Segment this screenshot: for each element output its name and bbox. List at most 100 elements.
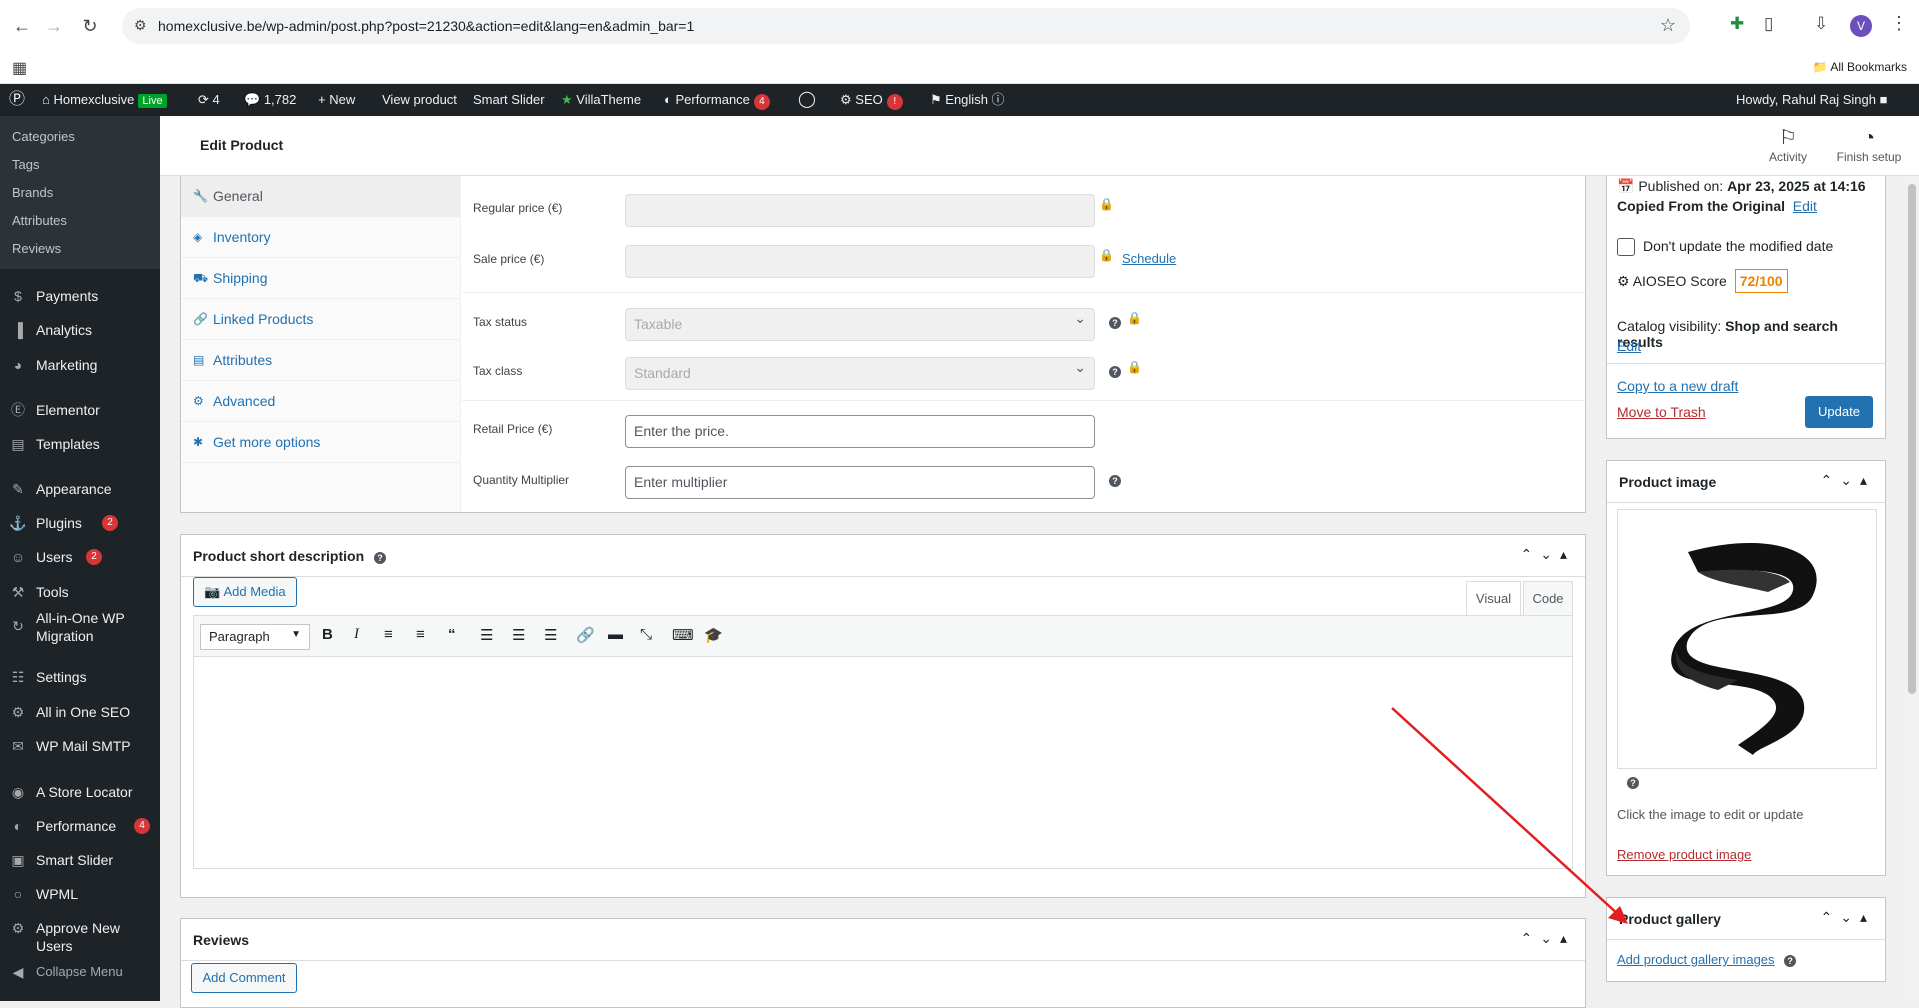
sidebar-item-all-in-one-seo[interactable]: ⚙ All in One SEO [0,695,160,729]
new-content-link[interactable]: + New [318,84,355,116]
toolbar-toggle-icon[interactable]: ⌨ [672,626,694,644]
published-on: 📅 Published on: Apr 23, 2025 at 14:16 [1617,178,1866,195]
sidebar-item-plugins[interactable]: ⚓ Plugins 2 [0,506,160,540]
smart-slider-link[interactable]: Smart Slider [473,84,545,116]
graduation-cap-icon[interactable]: 🎓 [704,626,723,644]
comments-link[interactable]: 💬 1,782 [244,84,296,116]
submenu-brands[interactable]: Brands [0,179,160,207]
tab-shipping[interactable]: ⛟ Shipping [181,258,460,299]
finish-setup-button[interactable]: ◔ Finish setup [1824,126,1914,164]
tab-get-more-options[interactable]: ✱ Get more options [181,422,460,463]
insert-link-icon[interactable]: 🔗 [576,626,595,644]
box-controls[interactable]: ⌃⌄▴ [1821,472,1876,489]
performance-link[interactable]: ◐ Performance 4 [664,84,770,116]
align-right-icon[interactable]: ☰ [544,626,557,644]
sidebar-item-payments[interactable]: $ Payments [0,279,160,313]
address-bar[interactable]: ⚙ homexclusive.be/wp-admin/post.php?post… [122,8,1690,44]
align-center-icon[interactable]: ☰ [512,626,525,644]
retail-price-input[interactable]: Enter the price. [625,415,1095,448]
tab-general[interactable]: 🔧 General [181,176,460,217]
sidebar-item-tools[interactable]: ⚒ Tools [0,575,160,609]
reload-icon[interactable]: ↻ [78,14,102,38]
sidebar-item-wp-mail-smtp[interactable]: ✉ WP Mail SMTP [0,729,160,763]
sidebar-item-a-store-locator[interactable]: ◉ A Store Locator [0,775,160,809]
submenu-categories[interactable]: Categories [0,123,160,151]
submenu-tags[interactable]: Tags [0,151,160,179]
sidebar-item-analytics[interactable]: ▐ Analytics [0,313,160,347]
extensions-puzzle-icon[interactable]: ▯ [1764,14,1773,34]
visual-tab[interactable]: Visual [1466,581,1521,615]
dont-update-checkbox[interactable] [1617,238,1635,257]
fullscreen-icon[interactable]: ⤡ [640,626,652,643]
sidebar-item-settings[interactable]: ☷ Settings [0,660,160,694]
move-to-trash-link[interactable]: Move to Trash [1617,404,1706,420]
language-switcher[interactable]: ⚑ English ⓘ [930,84,1005,116]
update-button[interactable]: Update [1805,396,1873,428]
activity-button[interactable]: ⚐ Activity [1758,126,1818,164]
back-icon[interactable]: ← [10,14,34,38]
help-icon: ? [1109,366,1121,378]
submenu-reviews[interactable]: Reviews [0,235,160,263]
query-monitor-icon[interactable]: ◯ [798,84,816,116]
format-select[interactable]: Paragraph ▼ [200,624,310,650]
submenu-attributes[interactable]: Attributes [0,207,160,235]
schedule-link[interactable]: Schedule [1122,251,1176,266]
product-image-thumbnail[interactable] [1617,509,1877,769]
bullet-list-icon[interactable]: ≡ [384,626,393,643]
add-media-button[interactable]: 📷 Add Media [193,577,297,607]
browser-menu-icon[interactable]: ⋮ [1890,13,1908,34]
tab-linked-products[interactable]: 🔗 Linked Products [181,299,460,340]
sidebar-item-performance[interactable]: ◐ Performance 4 [0,809,160,843]
extension-icon[interactable]: ✚ [1730,14,1744,34]
sidebar-item-collapse-menu[interactable]: ◀ Collapse Menu [0,955,160,989]
site-name-link[interactable]: ⌂ Homexclusive Live [42,84,167,116]
tab-inventory[interactable]: ◈ Inventory [181,217,460,258]
code-tab[interactable]: Code [1523,581,1573,615]
sidebar-item-appearance[interactable]: ✎ Appearance [0,472,160,506]
page-scrollbar[interactable] [1905,176,1919,1001]
appearance-icon: ✎ [12,481,24,497]
box-controls[interactable]: ⌃⌄▴ [1521,930,1576,947]
villatheme-link[interactable]: ★ VillaTheme [561,84,641,116]
wordpress-logo-icon[interactable]: Ⓟ [9,84,25,116]
howdy-user[interactable]: Howdy, Rahul Raj Singh ■ [1736,84,1887,116]
italic-icon[interactable]: I [354,626,359,643]
align-left-icon[interactable]: ☰ [480,626,493,644]
bookmark-star-icon[interactable]: ☆ [1660,15,1676,36]
read-more-icon[interactable]: ▬ [608,626,623,643]
sidebar-item-wpml[interactable]: ○ WPML [0,877,160,911]
numbered-list-icon[interactable]: ≡ [416,626,425,643]
add-comment-button[interactable]: Add Comment [191,963,297,993]
view-product-link[interactable]: View product [382,84,457,116]
short-description-editor[interactable] [193,657,1573,869]
seo-link[interactable]: ⚙ SEO! [840,84,903,116]
tab-attributes[interactable]: ▤ Attributes [181,340,460,381]
sidebar-item-users[interactable]: ☺ Users 2 [0,540,160,574]
sidebar-item-smart-slider[interactable]: ▣ Smart Slider [0,843,160,877]
box-controls[interactable]: ⌃⌄▴ [1521,546,1576,563]
box-controls[interactable]: ⌃⌄▴ [1821,909,1876,926]
sidebar-item-templates[interactable]: ▤ Templates [0,427,160,461]
aioseo-score[interactable]: 72/100 [1734,269,1788,293]
blockquote-icon[interactable]: “ [448,626,456,643]
all-bookmarks[interactable]: 📁 All Bookmarks [1813,60,1907,74]
sidebar-item-marketing[interactable]: ◕ Marketing [0,348,160,382]
copy-draft-link[interactable]: Copy to a new draft [1617,378,1738,394]
sidebar-item-approve-new-users[interactable]: ⚙ Approve New Users [0,911,160,954]
add-gallery-images-link[interactable]: Add product gallery images [1617,952,1775,967]
apps-grid-icon[interactable]: ▦ [12,58,27,78]
tab-advanced[interactable]: ⚙ Advanced [181,381,460,422]
profile-avatar[interactable]: V [1850,15,1872,37]
site-info-icon[interactable]: ⚙ [134,17,147,34]
url-text[interactable]: homexclusive.be/wp-admin/post.php?post=2… [158,18,694,34]
copied-edit-link[interactable]: Edit [1793,198,1817,214]
sidebar-item-elementor[interactable]: Ⓔ Elementor [0,393,160,427]
catalog-edit-link[interactable]: Edit [1617,338,1641,354]
updates-link[interactable]: ⟳ 4 [198,84,220,116]
scrollbar-thumb[interactable] [1908,184,1916,694]
download-icon[interactable]: ⇩ [1814,14,1828,34]
bold-icon[interactable]: B [322,626,333,643]
sidebar-item-all-in-one-wp-migration[interactable]: ↻ All-in-One WP Migration [0,609,160,644]
forward-icon[interactable]: → [42,14,66,38]
quantity-multiplier-input[interactable]: Enter multiplier [625,466,1095,499]
